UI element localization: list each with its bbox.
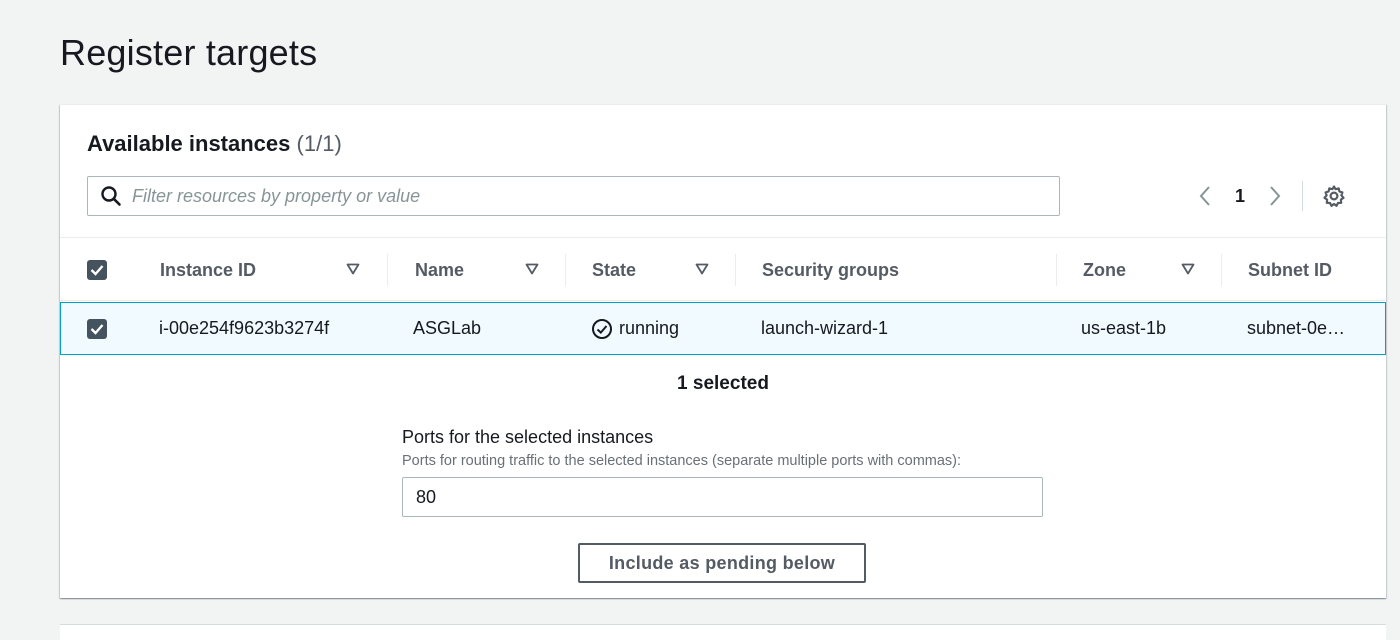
column-label: State [592, 259, 637, 280]
column-header-subnet-id[interactable]: Subnet ID [1248, 238, 1378, 302]
table-row[interactable]: i-00e254f9623b3274f ASGLab running launc… [60, 302, 1386, 355]
table-header: Instance ID Name State Security groups Z… [60, 237, 1386, 301]
instances-table: Instance ID Name State Security groups Z… [60, 237, 1386, 355]
column-label: Name [415, 259, 465, 280]
select-all-cell [87, 238, 107, 302]
instance-count: (1/1) [296, 131, 342, 156]
checkmark-icon [90, 323, 104, 335]
column-header-zone[interactable]: Zone [1083, 238, 1223, 302]
column-divider [565, 254, 566, 286]
pagination: 1 [1190, 176, 1347, 216]
column-label: Security groups [762, 259, 900, 280]
cell-instance-id: i-00e254f9623b3274f [159, 318, 330, 338]
column-label: Instance ID [160, 259, 257, 280]
column-divider [735, 254, 736, 286]
previous-page-button[interactable] [1190, 176, 1220, 216]
preferences-button[interactable] [1321, 183, 1347, 209]
search-icon [101, 186, 121, 206]
gear-icon [1323, 185, 1345, 207]
row-select-cell [87, 303, 107, 354]
page-title: Register targets [60, 32, 318, 73]
row-checkbox[interactable] [87, 318, 107, 339]
sort-down-icon [346, 263, 360, 275]
chevron-right-icon [1270, 186, 1281, 206]
sort-down-icon [695, 263, 709, 275]
select-all-checkbox[interactable] [87, 260, 107, 280]
ports-description: Ports for routing traffic to the selecte… [402, 453, 962, 469]
filter-input[interactable] [132, 177, 1059, 215]
ports-label: Ports for the selected instances [402, 427, 654, 447]
column-header-security-groups[interactable]: Security groups [762, 238, 1052, 302]
cell-security-groups: launch-wizard-1 [761, 318, 889, 338]
column-header-instance-id[interactable]: Instance ID [160, 238, 388, 302]
sort-down-icon [525, 263, 539, 275]
selection-summary: 1 selected [677, 373, 769, 394]
cell-subnet-id: subnet-0e… [1247, 318, 1346, 338]
column-divider [1221, 254, 1222, 286]
page-number[interactable]: 1 [1220, 186, 1260, 207]
status-running-icon [592, 318, 612, 339]
column-header-state[interactable]: State [592, 238, 732, 302]
chevron-left-icon [1199, 186, 1210, 206]
column-header-name[interactable]: Name [415, 238, 545, 302]
column-label: Zone [1083, 259, 1126, 280]
column-divider [1056, 254, 1057, 286]
panel-title: Available instances (1/1) [87, 131, 342, 157]
cell-zone: us-east-1b [1081, 318, 1167, 338]
available-instances-panel: Available instances (1/1) 1 [60, 104, 1386, 598]
include-as-pending-button[interactable]: Include as pending below [578, 543, 866, 583]
checkmark-icon [90, 265, 104, 276]
filter-box[interactable] [87, 176, 1060, 216]
cell-state: running [591, 303, 679, 354]
column-label: Subnet ID [1248, 259, 1332, 280]
sort-down-icon [1181, 263, 1195, 275]
cell-name: ASGLab [413, 318, 482, 338]
ports-input[interactable] [402, 477, 1043, 517]
next-panel [60, 624, 1386, 640]
panel-title-text: Available instances [87, 131, 291, 156]
column-divider [387, 254, 388, 286]
next-page-button[interactable] [1260, 176, 1290, 216]
pager-divider [1302, 181, 1303, 211]
state-text: running [619, 318, 680, 338]
